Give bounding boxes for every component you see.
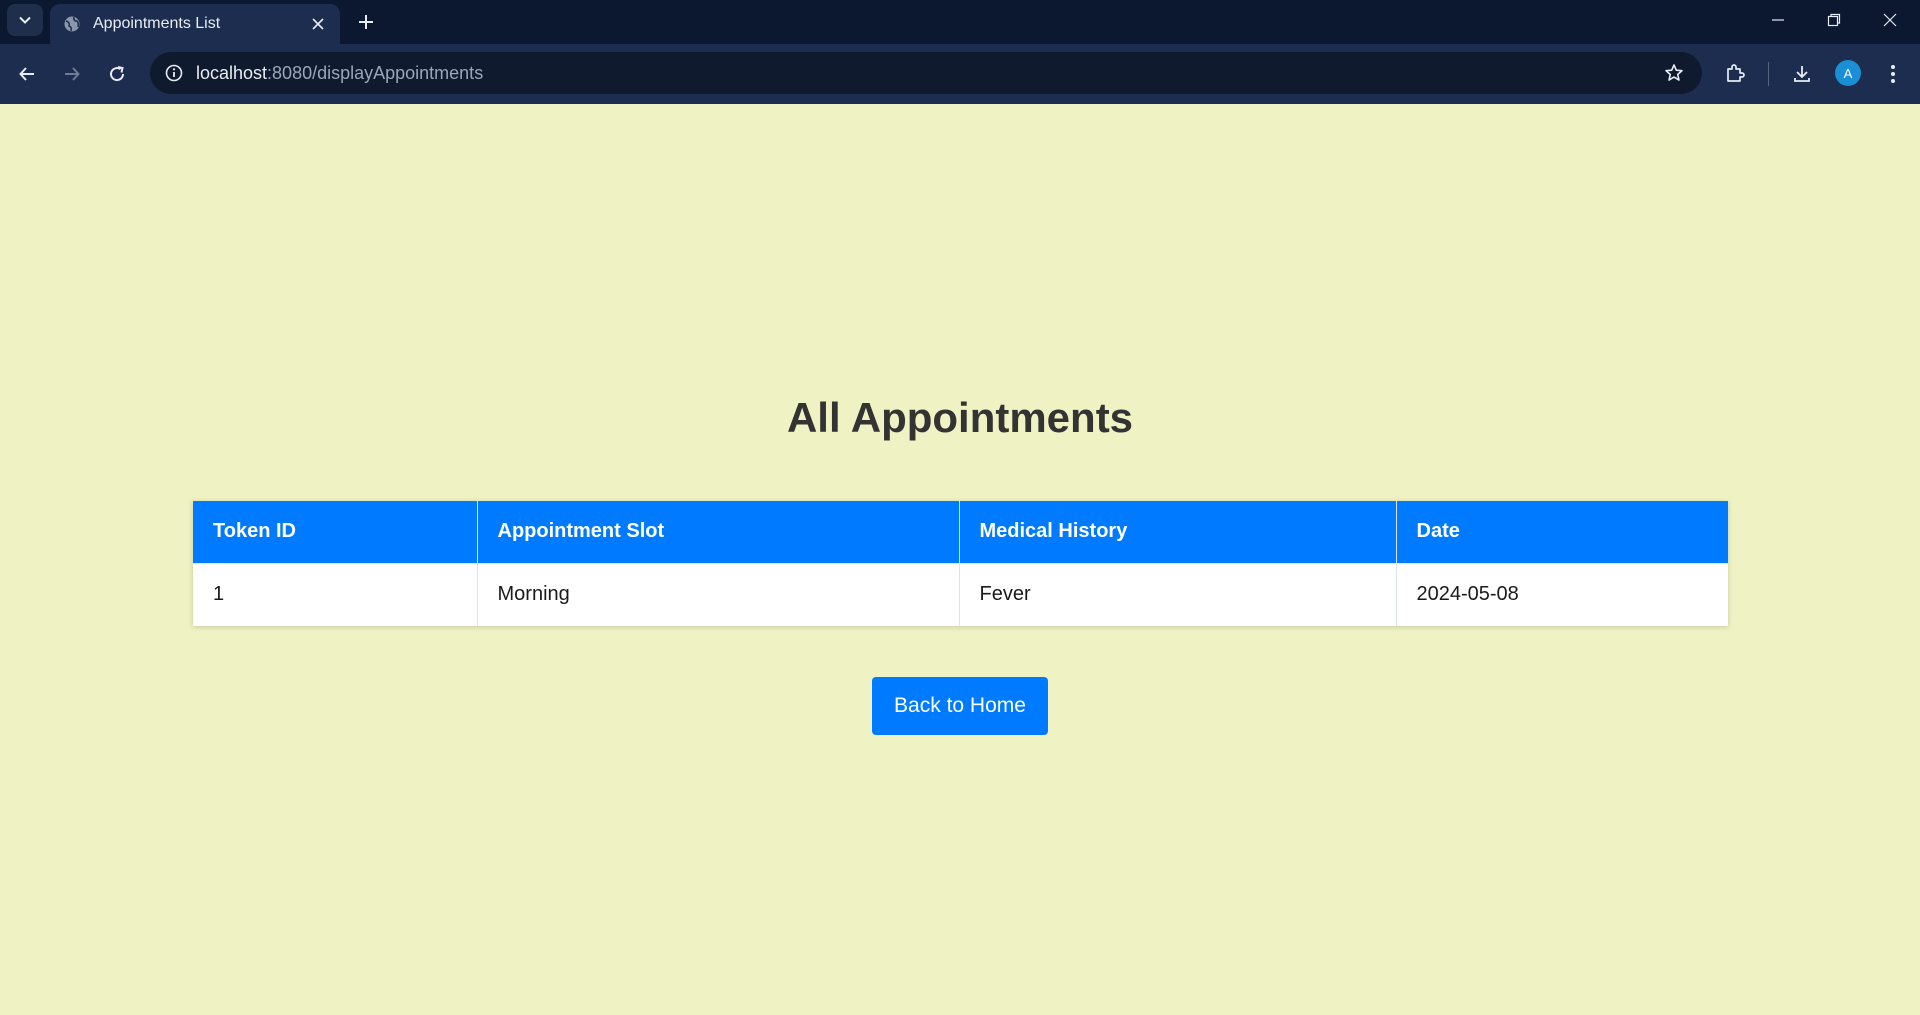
cell-appointment-slot: Morning (477, 562, 960, 626)
table-row: 1 Morning Fever 2024-05-08 (193, 562, 1728, 626)
plus-icon[interactable] (352, 8, 380, 36)
back-arrow-icon[interactable] (9, 56, 45, 92)
extensions-icon[interactable] (1719, 58, 1751, 90)
kebab-menu-icon[interactable] (1877, 58, 1909, 90)
url-path: :8080/displayAppointments (267, 62, 484, 83)
forward-arrow-icon[interactable] (54, 56, 90, 92)
page-title: All Appointments (786, 394, 1134, 441)
download-icon[interactable] (1786, 58, 1818, 90)
reload-icon[interactable] (99, 56, 135, 92)
chevron-down-icon (19, 16, 31, 24)
restore-icon[interactable] (1806, 0, 1862, 40)
table-header-row: Token ID Appointment Slot Medical Histor… (193, 501, 1728, 563)
tab-strip: Appointments List (0, 0, 1920, 44)
info-icon[interactable] (162, 61, 186, 85)
cell-token-id: 1 (193, 562, 478, 626)
minimize-icon[interactable] (1750, 0, 1806, 40)
tab-title: Appointments List (93, 15, 221, 32)
tab-appointments-list[interactable]: Appointments List (50, 4, 340, 44)
toolbar-divider (1768, 62, 1769, 86)
back-to-home-button[interactable]: Back to Home (872, 677, 1048, 735)
browser-chrome: Appointments List localhost:8080/display… (0, 0, 1920, 104)
address-bar[interactable]: localhost:8080/displayAppointments (150, 52, 1702, 94)
appointments-table-container: Token ID Appointment Slot Medical Histor… (193, 501, 1728, 626)
tab-search-button[interactable] (7, 4, 43, 36)
column-header-medical-history: Medical History (959, 501, 1397, 563)
cell-date: 2024-05-08 (1396, 562, 1728, 626)
close-icon[interactable] (306, 12, 330, 36)
appointments-table: Token ID Appointment Slot Medical Histor… (193, 501, 1728, 626)
column-header-appointment-slot: Appointment Slot (477, 501, 960, 563)
url-host: localhost (196, 62, 268, 83)
url-text: localhost:8080/displayAppointments (196, 63, 483, 84)
star-icon[interactable] (1662, 61, 1686, 85)
browser-toolbar: localhost:8080/displayAppointments A (0, 44, 1920, 104)
globe-icon (63, 15, 81, 33)
window-close-icon[interactable] (1862, 0, 1918, 40)
column-header-token-id: Token ID (193, 501, 478, 563)
page-content: All Appointments Token ID Appointment Sl… (0, 104, 1920, 1015)
cell-medical-history: Fever (959, 562, 1397, 626)
profile-avatar[interactable]: A (1835, 60, 1861, 86)
column-header-date: Date (1396, 501, 1728, 563)
